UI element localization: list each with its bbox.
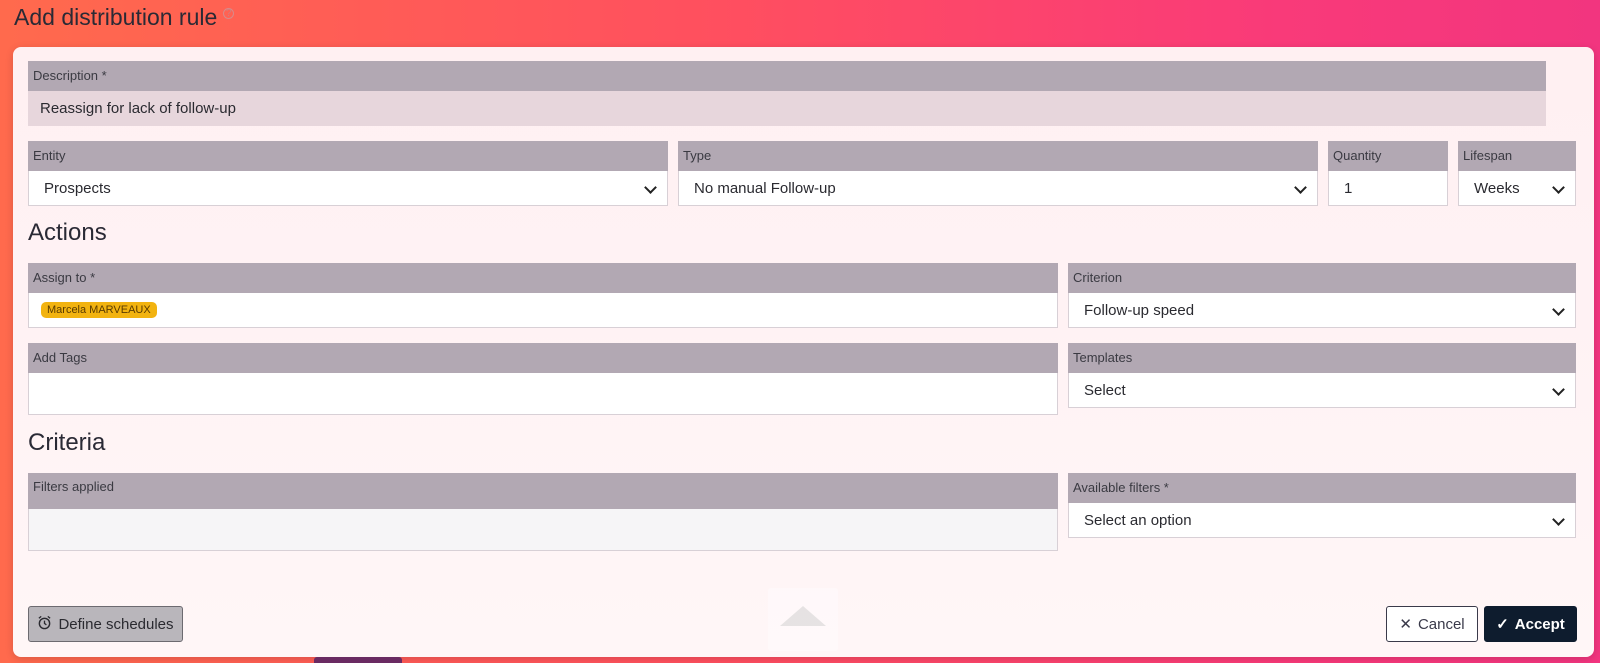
filters-applied-box <box>28 509 1058 551</box>
quantity-input-value: 1 <box>1344 179 1353 197</box>
actions-heading: Actions <box>28 219 107 246</box>
rule-form-panel: Description * Reassign for lack of follo… <box>13 47 1594 657</box>
filters-applied-label: Filters applied <box>28 473 1058 509</box>
type-label: Type <box>678 141 1318 171</box>
cancel-button[interactable]: ✕ Cancel <box>1386 606 1478 642</box>
available-filters-select-value: Select an option <box>1084 511 1192 529</box>
define-schedules-button[interactable]: Define schedules <box>28 606 183 642</box>
type-field: Type No manual Follow-up <box>678 141 1318 206</box>
entity-select[interactable]: Prospects <box>28 171 668 206</box>
templates-select-value: Select <box>1084 381 1126 399</box>
criterion-label: Criterion <box>1068 263 1576 293</box>
templates-field: Templates Select <box>1068 343 1576 408</box>
criterion-field: Criterion Follow-up speed <box>1068 263 1576 328</box>
criterion-select[interactable]: Follow-up speed <box>1068 293 1576 328</box>
quantity-field: Quantity 1 <box>1328 141 1448 206</box>
assign-to-input[interactable]: Marcela MARVEAUX <box>28 293 1058 328</box>
filters-applied-field: Filters applied <box>28 473 1058 551</box>
add-tags-label: Add Tags <box>28 343 1058 373</box>
page-title: Add distribution rule ? <box>14 4 235 31</box>
lifespan-select-value: Weeks <box>1474 179 1520 197</box>
close-icon: ✕ <box>1399 616 1412 633</box>
add-tags-input[interactable] <box>28 373 1058 415</box>
templates-label: Templates <box>1068 343 1576 373</box>
description-field: Description * Reassign for lack of follo… <box>28 61 1546 126</box>
quantity-input[interactable]: 1 <box>1328 171 1448 206</box>
page-title-text: Add distribution rule <box>14 4 218 30</box>
available-filters-select[interactable]: Select an option <box>1068 503 1576 538</box>
assign-to-field: Assign to * Marcela MARVEAUX <box>28 263 1058 328</box>
description-input[interactable]: Reassign for lack of follow-up <box>28 91 1546 126</box>
lifespan-field: Lifespan Weeks <box>1458 141 1576 206</box>
type-select-value: No manual Follow-up <box>694 179 836 197</box>
check-icon: ✓ <box>1496 616 1509 633</box>
type-select[interactable]: No manual Follow-up <box>678 171 1318 206</box>
available-filters-field: Available filters * Select an option <box>1068 473 1576 538</box>
lifespan-label: Lifespan <box>1458 141 1576 171</box>
assign-to-label: Assign to * <box>28 263 1058 293</box>
define-schedules-label: Define schedules <box>58 615 174 633</box>
alarm-clock-icon <box>37 615 52 634</box>
entity-select-value: Prospects <box>44 179 111 197</box>
add-tags-field: Add Tags <box>28 343 1058 415</box>
templates-select[interactable]: Select <box>1068 373 1576 408</box>
entity-label: Entity <box>28 141 668 171</box>
scroll-top-widget[interactable] <box>768 588 838 651</box>
criteria-heading: Criteria <box>28 429 106 456</box>
criterion-select-value: Follow-up speed <box>1084 301 1195 319</box>
accept-button[interactable]: ✓ Accept <box>1484 606 1577 642</box>
arrow-up-icon <box>780 606 826 626</box>
lifespan-select[interactable]: Weeks <box>1458 171 1576 206</box>
assignee-tag[interactable]: Marcela MARVEAUX <box>41 302 157 318</box>
available-filters-label: Available filters * <box>1068 473 1576 503</box>
accept-label: Accept <box>1514 615 1565 633</box>
description-label: Description * <box>28 61 1546 91</box>
help-icon[interactable]: ? <box>223 8 235 19</box>
bottom-tab[interactable] <box>314 657 402 663</box>
quantity-label: Quantity <box>1328 141 1448 171</box>
entity-field: Entity Prospects <box>28 141 668 206</box>
cancel-label: Cancel <box>1417 615 1465 633</box>
